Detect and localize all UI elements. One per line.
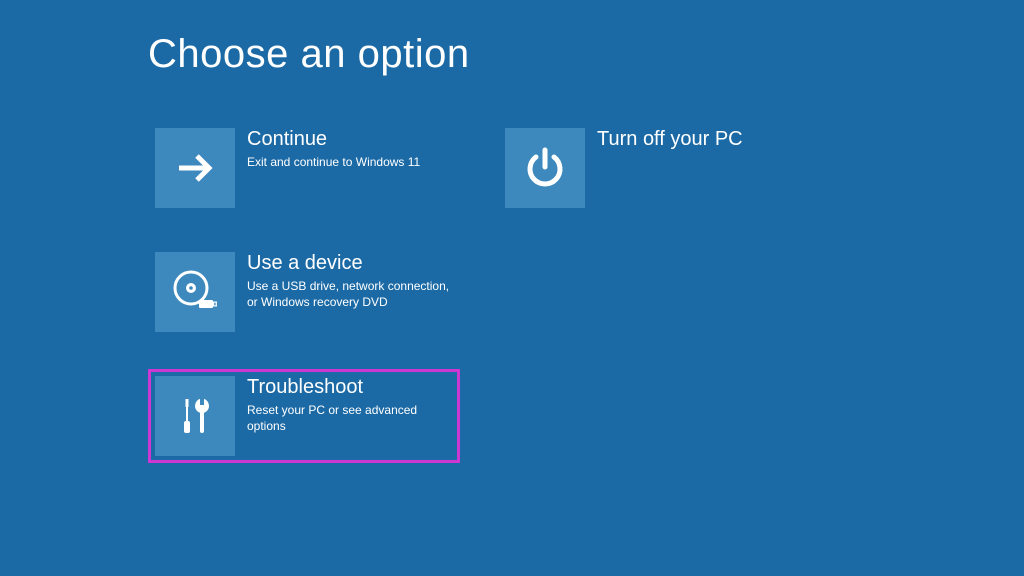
tile-use-device-title: Use a device [247, 252, 453, 274]
tile-grid: Continue Exit and continue to Windows 11 [148, 121, 810, 463]
tile-troubleshoot[interactable]: Troubleshoot Reset your PC or see advanc… [148, 369, 460, 463]
tile-turn-off-title: Turn off your PC [597, 128, 743, 150]
tile-continue[interactable]: Continue Exit and continue to Windows 11 [148, 121, 460, 215]
tile-troubleshoot-desc: Reset your PC or see advanced options [247, 402, 453, 434]
page-title: Choose an option [148, 32, 470, 77]
tile-turn-off-text: Turn off your PC [597, 128, 743, 154]
tile-use-device-text: Use a device Use a USB drive, network co… [247, 252, 453, 310]
recovery-screen: Choose an option Continue Exit and conti… [0, 0, 1024, 576]
tile-use-device[interactable]: Use a device Use a USB drive, network co… [148, 245, 460, 339]
tools-icon [155, 376, 235, 456]
tile-column-right: Turn off your PC [498, 121, 810, 463]
tile-turn-off[interactable]: Turn off your PC [498, 121, 810, 215]
tile-column-left: Continue Exit and continue to Windows 11 [148, 121, 460, 463]
tile-use-device-desc: Use a USB drive, network connection, or … [247, 278, 453, 310]
tile-continue-text: Continue Exit and continue to Windows 11 [247, 128, 420, 170]
tile-continue-desc: Exit and continue to Windows 11 [247, 154, 420, 170]
tile-troubleshoot-text: Troubleshoot Reset your PC or see advanc… [247, 376, 453, 434]
tile-continue-title: Continue [247, 128, 420, 150]
tile-troubleshoot-title: Troubleshoot [247, 376, 453, 398]
arrow-right-icon [155, 128, 235, 208]
disc-usb-icon [155, 252, 235, 332]
power-icon [505, 128, 585, 208]
